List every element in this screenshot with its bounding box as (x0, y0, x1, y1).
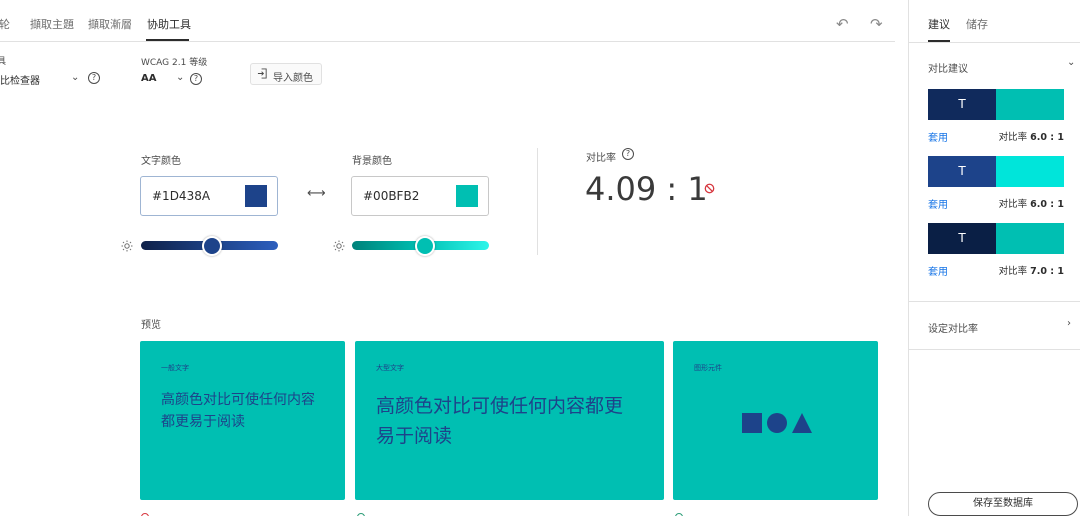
background-color-swatch[interactable] (456, 185, 478, 207)
tool-chevron-down-icon[interactable]: ⌄ (71, 72, 79, 83)
background-brightness-slider-thumb[interactable] (414, 236, 435, 256)
suggestions-panel: 建议 储存 对比建议 ⌄ T 套用 对比率 6.0 : 1 T 套用 对比率 6… (908, 0, 1080, 516)
tool-select-value[interactable]: 对比检查器 (0, 72, 40, 87)
tab-suggestions[interactable]: 建议 (928, 16, 950, 32)
preview-card-body: 高颜色对比可使任何内容都更易于阅读 (161, 392, 315, 431)
apply-suggestion-link[interactable]: 套用 (928, 196, 948, 211)
text-brightness-sun-icon (121, 240, 133, 252)
circle-shape (767, 413, 787, 433)
divider (537, 148, 538, 255)
background-color-hex[interactable]: #00BFB2 (363, 189, 419, 203)
divider (909, 301, 1080, 302)
swap-colors-icon[interactable]: ⟷ (307, 186, 326, 201)
suggestion-text-color: T (928, 223, 996, 254)
suggestion-ratio: 对比率 6.0 : 1 (999, 196, 1064, 210)
suggestion-ratio: 对比率 6.0 : 1 (999, 129, 1064, 143)
suggestion-ratio-label: 对比率 (998, 199, 1028, 210)
background-color-field[interactable]: #00BFB2 (351, 176, 489, 216)
preview-card-title: 图形元件 (694, 364, 722, 372)
suggestion-background-color (996, 156, 1064, 187)
undo-icon[interactable]: ↶ (836, 15, 849, 33)
tab-extract-gradient[interactable]: 擷取漸層 (88, 16, 132, 32)
wcag-chevron-down-icon[interactable]: ⌄ (176, 72, 184, 83)
wcag-help-icon[interactable]: ? (190, 73, 202, 85)
contrast-ratio-value: 4.09 : 1 (585, 170, 708, 208)
import-icon (257, 68, 267, 79)
contrast-checker-app: 色轮 擷取主題 擷取漸層 协助工具 ↶ ↷ 工具 对比检查器 ⌄ ? WCAG … (0, 0, 1080, 516)
text-color-hex[interactable]: #1D438A (152, 189, 210, 203)
suggestion-ratio-label: 对比率 (998, 132, 1028, 143)
suggestion-ratio-value: 7.0 : 1 (1030, 266, 1064, 277)
preview-label: 预览 (141, 320, 161, 331)
triangle-shape (792, 413, 812, 433)
suggestion-background-color (996, 89, 1064, 120)
contrast-suggestions-header[interactable]: 对比建议 (928, 60, 968, 75)
background-color-label: 背景颜色 (352, 156, 392, 167)
preview-card-normal-text: 一般文字 高颜色对比可使任何内容都更易于阅读 (140, 341, 345, 500)
suggestion-text-color: T (928, 156, 996, 187)
preview-card-graphics: 图形元件 (673, 341, 878, 500)
square-shape (742, 413, 762, 433)
text-color-label: 文字颜色 (141, 156, 181, 167)
import-colors-label: 导入颜色 (273, 73, 313, 84)
background-brightness-sun-icon (333, 240, 345, 252)
chevron-down-icon[interactable]: ⌄ (1067, 57, 1075, 68)
divider (909, 349, 1080, 350)
active-tab-indicator (146, 39, 189, 41)
tool-label: 工具 (0, 57, 7, 67)
suggestion-ratio: 对比率 7.0 : 1 (999, 263, 1064, 277)
suggestion-swatch[interactable]: T (928, 156, 1064, 187)
fail-icon (704, 183, 715, 194)
suggestion-ratio-label: 对比率 (998, 266, 1028, 277)
tab-color-wheel[interactable]: 色轮 (0, 16, 10, 32)
chevron-right-icon[interactable]: › (1067, 318, 1071, 329)
graphics-shapes (742, 413, 812, 433)
tab-bar: 色轮 擷取主題 擷取漸層 协助工具 ↶ ↷ (0, 0, 895, 42)
preview-card-large-text: 大型文字 高颜色对比可使任何内容都更易于阅读 (355, 341, 664, 500)
import-colors-button[interactable]: 导入颜色 (250, 63, 322, 85)
suggestion-swatch[interactable]: T (928, 223, 1064, 254)
suggestion-background-color (996, 223, 1064, 254)
set-contrast-ratio-item[interactable]: 设定对比率 (928, 320, 978, 335)
redo-icon[interactable]: ↷ (870, 15, 883, 33)
tab-extract-theme[interactable]: 擷取主題 (30, 16, 74, 32)
suggestion-text-color: T (928, 89, 996, 120)
text-color-swatch[interactable] (245, 185, 267, 207)
suggestion-swatch[interactable]: T (928, 89, 1064, 120)
tab-accessibility-tools[interactable]: 协助工具 (147, 16, 191, 32)
apply-suggestion-link[interactable]: 套用 (928, 263, 948, 278)
suggestion-ratio-value: 6.0 : 1 (1030, 132, 1064, 143)
contrast-ratio-label: 对比率 (586, 153, 616, 164)
suggestion-ratio-value: 6.0 : 1 (1030, 199, 1064, 210)
preview-card-title: 大型文字 (376, 364, 404, 372)
save-to-library-button[interactable]: 保存至数据库 (928, 492, 1078, 516)
preview-card-title: 一般文字 (161, 364, 189, 372)
wcag-label: WCAG 2.1 等级 (141, 58, 208, 68)
text-color-field[interactable]: #1D438A (140, 176, 278, 216)
tool-help-icon[interactable]: ? (88, 72, 100, 84)
apply-suggestion-link[interactable]: 套用 (928, 129, 948, 144)
divider (909, 42, 1080, 43)
preview-card-body: 高颜色对比可使任何内容都更易于阅读 (376, 395, 624, 448)
wcag-select-value[interactable]: AA (141, 73, 156, 84)
text-brightness-slider-thumb[interactable] (202, 236, 223, 256)
tab-storage[interactable]: 储存 (966, 16, 988, 32)
contrast-help-icon[interactable]: ? (622, 148, 634, 160)
